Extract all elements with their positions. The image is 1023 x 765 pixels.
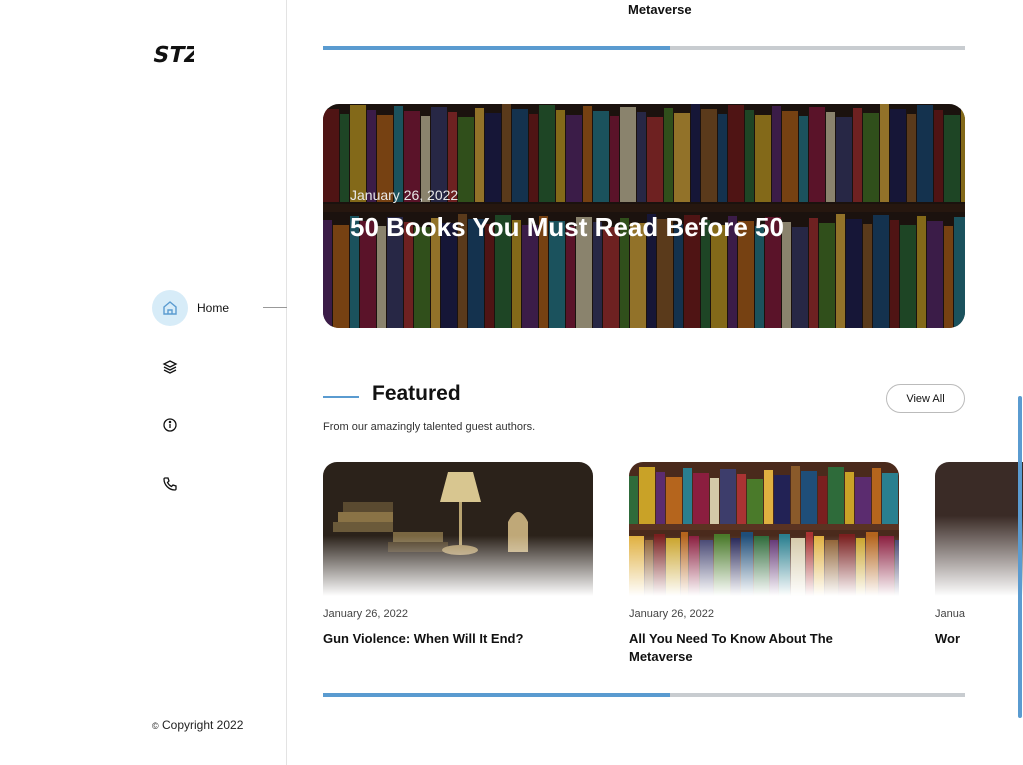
- hero-title[interactable]: 50 Books You Must Read Before 50: [350, 212, 784, 243]
- hero-post-card[interactable]: January 26, 2022 50 Books You Must Read …: [323, 104, 965, 328]
- progress-fill: [323, 693, 670, 697]
- copyright-symbol: ©: [152, 721, 159, 731]
- site-logo[interactable]: STZ: [152, 38, 194, 68]
- info-icon: [152, 407, 188, 443]
- sidebar-item-categories[interactable]: [152, 349, 272, 385]
- card-image: [935, 462, 1023, 596]
- card-date: Janua: [935, 608, 965, 620]
- featured-card[interactable]: Janua Wor: [935, 462, 1023, 648]
- featured-card[interactable]: January 26, 2022 All You Need To Know Ab…: [629, 462, 899, 666]
- carousel-partial-title[interactable]: Metaverse: [628, 2, 692, 17]
- main-content: Metaverse January 26, 2022 50 Books You …: [287, 0, 1023, 765]
- page-scrollbar[interactable]: [1018, 396, 1022, 718]
- card-date: January 26, 2022: [323, 608, 409, 620]
- hero-date: January 26, 2022: [350, 187, 459, 203]
- card-title[interactable]: Gun Violence: When Will It End?: [323, 630, 593, 648]
- sidebar-item-label: Home: [197, 301, 230, 315]
- sidebar-item-home[interactable]: Home: [152, 290, 272, 326]
- view-all-button[interactable]: View All: [886, 384, 965, 413]
- card-image: [629, 462, 899, 596]
- sidebar-item-about[interactable]: [152, 407, 272, 443]
- card-date: January 26, 2022: [629, 608, 715, 620]
- copyright: © Copyright 2022: [152, 718, 243, 732]
- progress-fill: [323, 46, 670, 50]
- featured-card[interactable]: January 26, 2022 Gun Violence: When Will…: [323, 462, 593, 648]
- section-subtitle: From our amazingly talented guest author…: [323, 421, 536, 433]
- copyright-text: Copyright 2022: [161, 718, 244, 732]
- active-nav-indicator: [263, 307, 287, 308]
- card-image: [323, 462, 593, 596]
- home-icon: [152, 290, 188, 326]
- card-title[interactable]: Wor: [935, 630, 1023, 648]
- phone-icon: [152, 466, 188, 502]
- section-accent-line: [323, 396, 359, 398]
- sidebar: STZ Home © Copyright 2022: [0, 0, 287, 765]
- top-carousel-progress[interactable]: [323, 46, 965, 50]
- logo-text: STZ: [152, 42, 194, 68]
- sidebar-item-contact[interactable]: [152, 466, 272, 502]
- featured-carousel-progress[interactable]: [323, 693, 965, 697]
- layers-icon: [152, 349, 188, 385]
- section-title: Featured: [372, 382, 461, 405]
- card-title[interactable]: All You Need To Know About The Metaverse: [629, 630, 899, 666]
